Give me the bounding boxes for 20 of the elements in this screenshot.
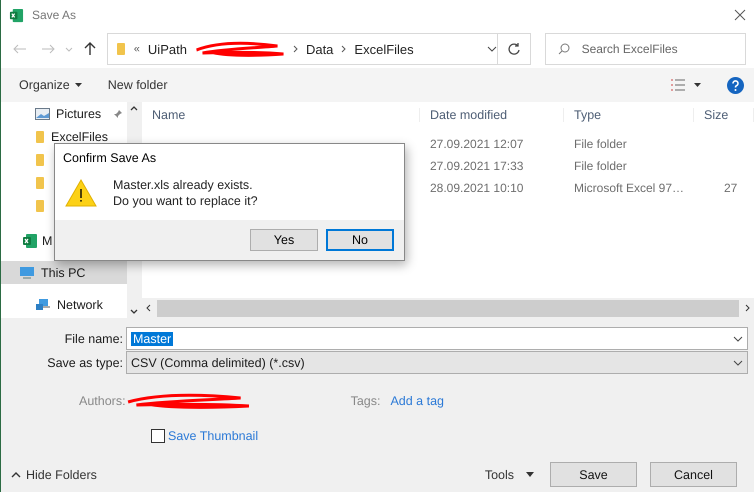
dialog-message: Master.xls already exists. — [113, 178, 254, 192]
dialog-title: Confirm Save As — [62, 150, 158, 167]
field-label: File name: — [64, 332, 124, 346]
window-title: Save As — [32, 8, 78, 22]
type-cell-text: Microsoft Excel 97… — [573, 181, 686, 195]
date-cell-text: 27.09.2021 17:33 — [429, 159, 524, 173]
size-cell-text: 27 — [723, 181, 738, 195]
type-cell-text: File folder — [573, 159, 628, 173]
sidebar-label: This PC — [41, 266, 86, 280]
date-cell-text: 27.09.2021 12:07 — [429, 137, 524, 151]
sidebar-label: Network — [57, 298, 103, 312]
type-cell-text: File folder — [573, 137, 628, 151]
sidebar-label: ExcelFiles — [51, 130, 108, 144]
sidebar-label: Pictures — [56, 106, 102, 120]
sidebar-label: M — [42, 234, 52, 248]
dialog-message: Do you want to replace it? — [113, 194, 258, 208]
field-label: Authors: — [79, 394, 126, 408]
date-cell-text: 28.09.2021 10:10 — [429, 181, 524, 195]
field-label: Save as type: — [46, 356, 124, 370]
field-label: Tags: — [350, 394, 380, 408]
